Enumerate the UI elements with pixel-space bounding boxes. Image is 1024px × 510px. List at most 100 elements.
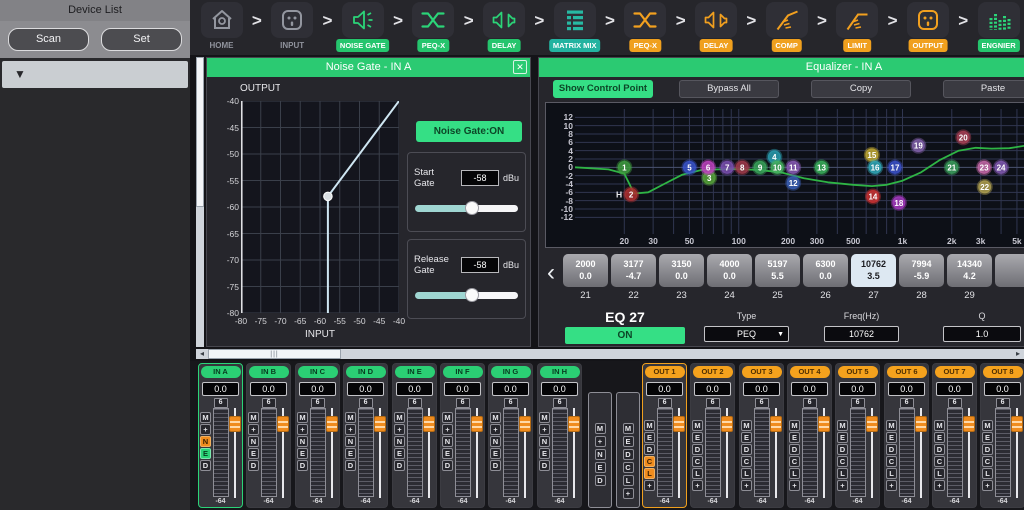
channel-button-d[interactable]: D <box>442 460 453 471</box>
channel-button-c[interactable]: C <box>886 456 897 467</box>
channel-button-d[interactable]: D <box>982 444 993 455</box>
fader-handle[interactable] <box>818 416 830 432</box>
eq-control-point-11[interactable]: 11 <box>787 161 800 174</box>
channel-button-m[interactable]: M <box>982 420 993 431</box>
channel-button-n[interactable]: N <box>442 436 453 447</box>
channel-button-d[interactable]: D <box>200 460 211 471</box>
master-button-l[interactable]: L <box>623 475 634 486</box>
channel-button-l[interactable]: L <box>741 468 752 479</box>
master-strip-1[interactable]: M+NED <box>588 392 612 508</box>
channel-button-c[interactable]: C <box>692 456 703 467</box>
channel-button-l[interactable]: L <box>934 468 945 479</box>
eq-band-cell-22[interactable]: 3177-4.7 <box>611 254 656 287</box>
channel-button-plus[interactable]: + <box>982 480 993 491</box>
fader-handle[interactable] <box>770 416 782 432</box>
eq-band-cell-28[interactable]: 7994-5.9 <box>899 254 944 287</box>
channel-button-plus[interactable]: + <box>886 480 897 491</box>
fader-handle[interactable] <box>374 416 386 432</box>
channel-button-m[interactable]: M <box>345 412 356 423</box>
eq-control-point-19[interactable]: 19 <box>912 139 925 152</box>
fader-handle[interactable] <box>1011 416 1023 432</box>
channel-button-m[interactable]: M <box>442 412 453 423</box>
channel-button-e[interactable]: E <box>982 432 993 443</box>
toolbar-item-engnier[interactable]: ENGNIER <box>975 2 1022 55</box>
fader-handle[interactable] <box>519 416 531 432</box>
eq-control-point-16[interactable]: 16 <box>869 161 882 174</box>
channel-strip-in-e[interactable]: IN E0.0M+NED6-64 <box>392 363 437 508</box>
channel-button-m[interactable]: M <box>200 412 211 423</box>
channel-strip-in-a[interactable]: IN A0.0M+NED6-64 <box>198 363 243 508</box>
toolbar-item-peq-x[interactable]: PEQ-X <box>622 2 669 55</box>
channel-button-c[interactable]: C <box>934 456 945 467</box>
channel-button-d[interactable]: D <box>692 444 703 455</box>
set-button[interactable]: Set <box>101 28 182 51</box>
scroll-left-icon[interactable]: ◂ <box>196 349 208 359</box>
channel-button-n[interactable]: N <box>200 436 211 447</box>
channel-button-e[interactable]: E <box>741 432 752 443</box>
workspace-vertical-scrollbar[interactable] <box>196 57 204 347</box>
channel-strip-out-1[interactable]: OUT 10.0MEDCL+6-64 <box>642 363 687 508</box>
channel-button-m[interactable]: M <box>741 420 752 431</box>
q-field[interactable]: 1.0 <box>943 326 1021 342</box>
channel-button-l[interactable]: L <box>886 468 897 479</box>
master-button-m[interactable]: M <box>595 423 606 434</box>
eq-band-cell-27[interactable]: 107623.5 <box>851 254 896 287</box>
release-gate-slider-thumb[interactable] <box>465 288 479 302</box>
bands-scroll-left-icon[interactable]: ‹ <box>547 258 555 288</box>
close-icon[interactable]: ✕ <box>513 60 527 74</box>
channel-button-n[interactable]: N <box>297 436 308 447</box>
toolbar-item-delay[interactable]: DELAY <box>692 2 739 55</box>
channel-button-n[interactable]: N <box>394 436 405 447</box>
release-gate-slider[interactable] <box>415 292 518 299</box>
eq-band-cell-25[interactable]: 51975.5 <box>755 254 800 287</box>
bypass-all-button[interactable]: Bypass All <box>679 80 779 98</box>
channel-button-l[interactable]: L <box>644 468 655 479</box>
channel-button-m[interactable]: M <box>394 412 405 423</box>
master-button-c[interactable]: C <box>623 462 634 473</box>
channel-button-plus[interactable]: + <box>345 424 356 435</box>
channel-button-c[interactable]: C <box>982 456 993 467</box>
fader-handle[interactable] <box>423 416 435 432</box>
scan-button[interactable]: Scan <box>8 28 89 51</box>
eq-control-point-14[interactable]: 14 <box>866 190 879 203</box>
eq-control-point-22[interactable]: 22 <box>978 180 991 193</box>
eq-band-cell-26[interactable]: 63000.0 <box>803 254 848 287</box>
channel-button-e[interactable]: E <box>200 448 211 459</box>
channel-button-plus[interactable]: + <box>692 480 703 491</box>
channel-button-c[interactable]: C <box>644 456 655 467</box>
channel-button-e[interactable]: E <box>539 448 550 459</box>
channel-button-e[interactable]: E <box>490 448 501 459</box>
channel-button-plus[interactable]: + <box>837 480 848 491</box>
channel-gain-value[interactable]: 0.0 <box>541 382 578 396</box>
channel-button-m[interactable]: M <box>539 412 550 423</box>
toolbar-item-output[interactable]: OUTPUT <box>904 2 951 55</box>
channel-button-c[interactable]: C <box>741 456 752 467</box>
release-gate-value[interactable]: -58 <box>461 257 499 273</box>
channel-button-plus[interactable]: + <box>644 480 655 491</box>
channel-gain-value[interactable]: 0.0 <box>396 382 433 396</box>
channel-button-plus[interactable]: + <box>297 424 308 435</box>
toolbar-item-peq-x[interactable]: PEQ-X <box>410 2 457 55</box>
channel-button-m[interactable]: M <box>934 420 945 431</box>
toolbar-item-input[interactable]: INPUT <box>269 2 316 55</box>
eq-plot[interactable]: 1H23567894101112131514161718192120232224 <box>575 109 1024 234</box>
channel-button-plus[interactable]: + <box>394 424 405 435</box>
channel-gain-value[interactable]: 0.0 <box>839 382 876 396</box>
channel-button-e[interactable]: E <box>394 448 405 459</box>
channel-button-m[interactable]: M <box>692 420 703 431</box>
channel-button-plus[interactable]: + <box>934 480 945 491</box>
eq-control-point-15[interactable]: 15 <box>865 148 878 161</box>
channel-button-m[interactable]: M <box>644 420 655 431</box>
channel-button-d[interactable]: D <box>297 460 308 471</box>
master-button-plus[interactable]: + <box>623 488 634 499</box>
start-gate-slider-thumb[interactable] <box>465 201 479 215</box>
master-button-d[interactable]: D <box>595 475 606 486</box>
eq-graph[interactable]: 121086420-2-4-6-8-10-12 1H23567894101112… <box>545 102 1024 248</box>
eq-band-cell[interactable] <box>995 254 1024 287</box>
channel-button-l[interactable]: L <box>692 468 703 479</box>
channel-strip-in-b[interactable]: IN B0.0M+NED6-64 <box>246 363 291 508</box>
channel-button-plus[interactable]: + <box>248 424 259 435</box>
channel-button-d[interactable]: D <box>934 444 945 455</box>
eq-control-point-24[interactable]: 24 <box>995 161 1008 174</box>
eq-control-point-1[interactable]: 1 <box>618 161 631 174</box>
